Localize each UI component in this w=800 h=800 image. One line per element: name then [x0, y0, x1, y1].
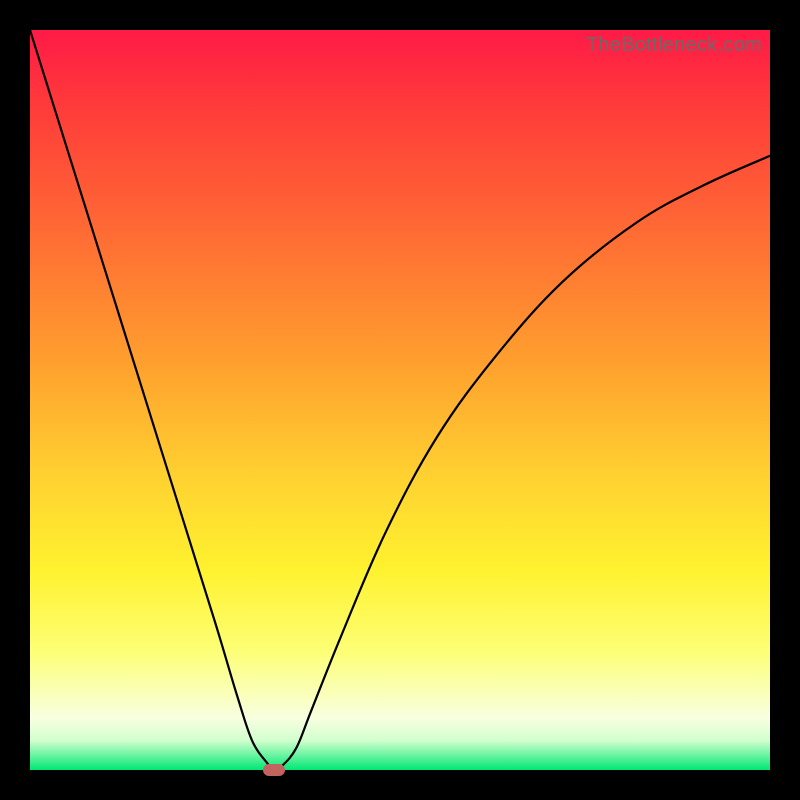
bottleneck-curve	[30, 30, 770, 770]
plot-area: TheBottleneck.com	[30, 30, 770, 770]
chart-frame: TheBottleneck.com	[0, 0, 800, 800]
optimal-point-marker	[263, 764, 285, 776]
